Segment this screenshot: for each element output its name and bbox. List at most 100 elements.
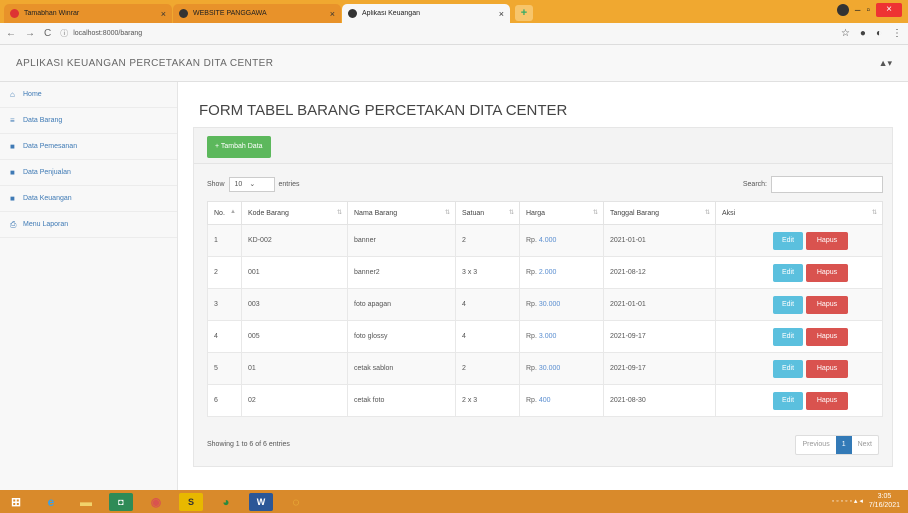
sidebar-item-menu-laporan[interactable]: ⎙ Menu Laporan	[0, 212, 177, 238]
sidebar-item-data-penjualan[interactable]: ■ Data Penjualan	[0, 160, 177, 186]
sidebar-item-data-pemesanan[interactable]: ■ Data Pemesanan	[0, 134, 177, 160]
browser-menu-icon[interactable]: ⋮	[892, 28, 902, 39]
column-header-satuan[interactable]: Satuan ⇅	[455, 201, 520, 225]
edit-button[interactable]: Edit	[773, 391, 803, 410]
back-arrow-icon[interactable]: ←	[6, 28, 16, 39]
profile-icon[interactable]	[836, 4, 849, 16]
sidebar-item-label: Data Pemesanan	[23, 143, 78, 150]
column-header-nama-barang[interactable]: Nama Barang ⇅	[347, 201, 456, 225]
forward-arrow-icon[interactable]: →	[25, 28, 35, 39]
sort-icon: ⇅	[592, 210, 598, 216]
tab-close-icon[interactable]: ×	[499, 9, 504, 19]
sidebar-item-data-barang[interactable]: ≡ Data Barang	[0, 108, 177, 134]
tab-close-icon[interactable]: ×	[161, 9, 166, 19]
entries-per-page-select[interactable]: 10 ⌄	[228, 176, 275, 192]
tab-favicon-icon	[179, 9, 188, 18]
column-header-no[interactable]: No. ▲	[207, 201, 242, 225]
app-green-icon[interactable]: ◘	[109, 492, 133, 511]
window-close-icon[interactable]: ×	[876, 3, 902, 17]
cell-aksi: Edit Hapus	[715, 384, 883, 417]
cell-aksi: Edit Hapus	[715, 320, 883, 353]
sidebar-item-data-keuangan[interactable]: ■ Data Keuangan	[0, 186, 177, 212]
cell-satuan: 2	[455, 224, 520, 257]
system-tray: ◦ ◦ ◦ ◦ ◦ ▴ ◂ 3:05 7/16/2021	[832, 492, 900, 510]
delete-button[interactable]: Hapus	[806, 327, 848, 346]
chrome-account-icon[interactable]: ◐	[876, 28, 882, 39]
sort-icon: ⇅	[444, 210, 450, 216]
table-row: 4 005 foto glossy 4 Rp. 3.000 2021-09-17…	[207, 320, 883, 353]
edit-button[interactable]: Edit	[773, 295, 803, 314]
pager-previous[interactable]: Previous	[796, 436, 835, 454]
table-info: Showing 1 to 6 of 6 entries	[207, 441, 290, 448]
sort-icon: ⇅	[336, 210, 342, 216]
minimize-icon[interactable]: –	[855, 5, 861, 16]
delete-button[interactable]: Hapus	[806, 391, 848, 410]
url-field[interactable]: ⓘ localhost:8000/barang	[60, 28, 841, 39]
column-header-kode-barang[interactable]: Kode Barang ⇅	[241, 201, 348, 225]
tray-icons[interactable]: ◦ ◦ ◦ ◦ ◦ ▴ ◂	[832, 497, 863, 505]
maximize-icon[interactable]: ▫	[866, 5, 870, 16]
panel-header: + Tambah Data	[194, 128, 892, 164]
edit-button[interactable]: Edit	[773, 327, 803, 346]
cell-kode: KD-002	[241, 224, 348, 257]
windows-start-icon[interactable]: ⊞	[4, 493, 28, 511]
taskbar-clock[interactable]: 3:05 7/16/2021	[869, 492, 900, 510]
browser-tab-3[interactable]: Aplikasi Keuangan ×	[342, 4, 510, 23]
user-icon[interactable]: ▲▾	[879, 58, 892, 69]
cell-kode: 003	[241, 288, 348, 321]
document-icon: ■	[10, 168, 15, 177]
sidebar: ⌂ Home ≡ Data Barang ■ Data Pemesanan ■ …	[0, 82, 178, 490]
show-label: Show	[207, 180, 225, 188]
pager-next[interactable]: Next	[852, 436, 878, 454]
table-row: 3 003 foto apagan 4 Rp. 30.000 2021-01-0…	[207, 288, 883, 321]
column-header-tanggal-barang[interactable]: Tanggal Barang ⇅	[603, 201, 716, 225]
tab-label: Tamabhan Winrar	[24, 10, 80, 17]
cell-no: 4	[207, 320, 242, 353]
browser-tab-1[interactable]: Tamabhan Winrar ×	[4, 4, 172, 23]
sidebar-item-home[interactable]: ⌂ Home	[0, 82, 177, 108]
browser-tab-bar: Tamabhan Winrar × WEBSITE PANGGAWA × Apl…	[0, 0, 908, 23]
tab-close-icon[interactable]: ×	[330, 9, 335, 19]
chrome-taskbar-icon[interactable]: ◕	[214, 493, 238, 511]
cell-nama: banner	[347, 224, 456, 257]
pager-page-1[interactable]: 1	[835, 436, 852, 454]
cell-no: 6	[207, 384, 242, 417]
column-header-harga[interactable]: Harga ⇅	[519, 201, 604, 225]
tab-label: Aplikasi Keuangan	[362, 10, 420, 17]
sort-asc-icon: ▲	[230, 209, 236, 215]
extension-icon[interactable]: ●	[860, 28, 866, 39]
delete-button[interactable]: Hapus	[806, 359, 848, 378]
entries-select-value: 10	[234, 180, 243, 188]
app-red-icon[interactable]: ◉	[144, 493, 168, 511]
search-label: Search:	[742, 180, 767, 188]
cell-satuan: 4	[455, 288, 520, 321]
cell-harga: Rp. 30.000	[519, 288, 604, 321]
chevron-down-icon: ⌄	[249, 181, 256, 188]
pagination: Previous 1 Next	[795, 435, 879, 455]
delete-button[interactable]: Hapus	[806, 263, 848, 282]
internet-explorer-icon[interactable]: e	[39, 493, 63, 511]
table-header-row: No. ▲ Kode Barang ⇅ Nama Barang ⇅ Satuan ⇅ H…	[207, 201, 883, 225]
table-controls: Show 10 ⌄ entries Search:	[207, 175, 883, 193]
tab-favicon-icon	[348, 9, 357, 18]
word-icon[interactable]: W	[249, 492, 273, 511]
site-info-icon[interactable]: ⓘ	[60, 28, 68, 39]
reload-icon[interactable]: C	[44, 28, 51, 39]
delete-button[interactable]: Hapus	[806, 231, 848, 250]
bookmark-star-icon[interactable]: ☆	[841, 28, 850, 39]
cell-no: 2	[207, 256, 242, 289]
search-input[interactable]	[771, 175, 883, 193]
column-header-aksi[interactable]: Aksi ⇅	[715, 201, 883, 225]
app-brand[interactable]: APLIKASI KEUANGAN PERCETAKAN DITA CENTER	[16, 58, 879, 69]
cell-tanggal: 2021-01-01	[603, 288, 716, 321]
edit-button[interactable]: Edit	[773, 359, 803, 378]
browser-tab-2[interactable]: WEBSITE PANGGAWA ×	[173, 4, 341, 23]
sublime-text-icon[interactable]: S	[179, 492, 203, 511]
edit-button[interactable]: Edit	[773, 231, 803, 250]
file-explorer-icon[interactable]: ▬	[74, 493, 98, 511]
delete-button[interactable]: Hapus	[806, 295, 848, 314]
firefox-icon[interactable]: ◌	[284, 493, 308, 511]
add-data-button[interactable]: + Tambah Data	[207, 136, 271, 158]
edit-button[interactable]: Edit	[773, 263, 803, 282]
new-tab-plus-icon[interactable]: +	[515, 5, 533, 21]
